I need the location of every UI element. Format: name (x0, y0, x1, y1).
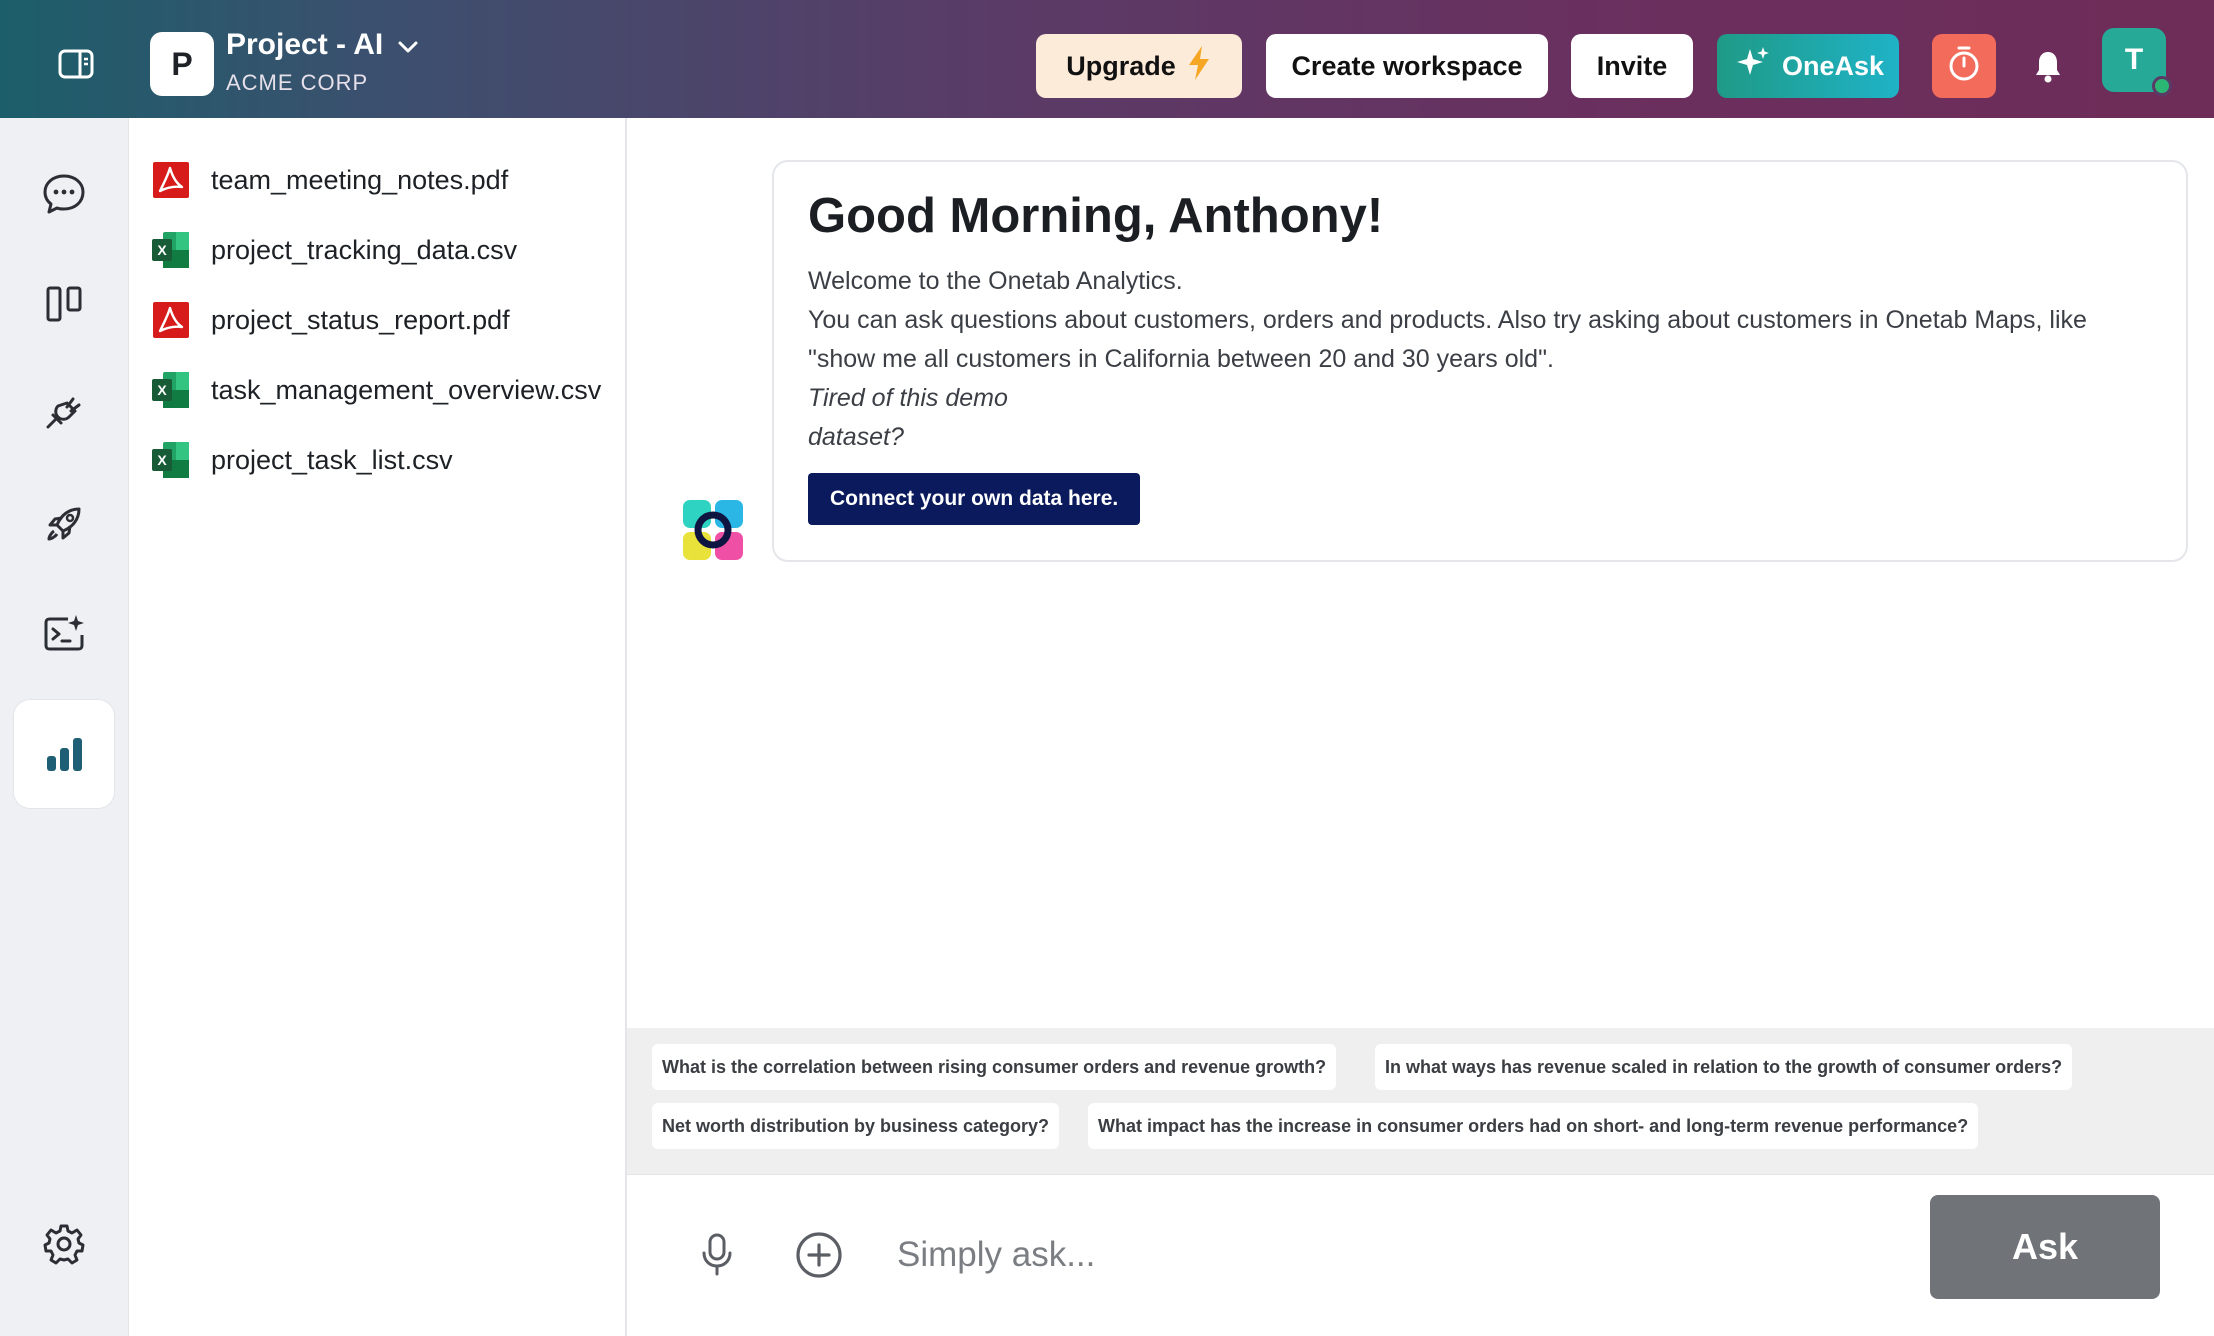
svg-text:X: X (157, 452, 167, 468)
create-workspace-button[interactable]: Create workspace (1266, 34, 1548, 98)
plug-icon[interactable] (14, 360, 114, 468)
pdf-file-icon (151, 300, 191, 340)
upgrade-label: Upgrade (1066, 50, 1176, 81)
lightning-icon (1186, 45, 1212, 88)
chevron-down-icon (397, 28, 419, 62)
rocket-icon[interactable] (14, 470, 114, 578)
oneask-label: OneAsk (1781, 50, 1885, 81)
sparkle-icon (1732, 43, 1772, 90)
left-nav-rail (0, 118, 128, 1336)
columns-icon[interactable] (14, 250, 114, 358)
stopwatch-icon (1946, 44, 1982, 89)
ask-input[interactable] (897, 1223, 1897, 1287)
invite-button[interactable]: Invite (1571, 34, 1693, 98)
chat-bubble-icon[interactable] (14, 140, 114, 248)
microphone-icon[interactable] (689, 1227, 745, 1283)
ask-input-bar: Ask (627, 1174, 2214, 1336)
file-item[interactable]: X project_tracking_data.csv (151, 225, 517, 275)
welcome-line: You can ask questions about customers, o… (808, 306, 2087, 373)
timer-button[interactable] (1932, 34, 1996, 98)
user-avatar[interactable]: T (2102, 28, 2172, 96)
file-item[interactable]: team_meeting_notes.pdf (151, 155, 508, 205)
svg-text:X: X (157, 382, 167, 398)
terminal-sparkle-icon[interactable] (14, 580, 114, 688)
top-header: P Project - AI ACME CORP Upgrade Create … (0, 0, 2214, 118)
settings-gear-icon[interactable] (14, 1190, 114, 1298)
suggestion-chip[interactable]: In what ways has revenue scaled in relat… (1375, 1044, 2073, 1090)
welcome-text: Welcome to the Onetab Analytics. You can… (808, 262, 2152, 457)
welcome-line: Welcome to the Onetab Analytics. (808, 267, 1183, 295)
upgrade-button[interactable]: Upgrade (1036, 34, 1242, 98)
file-name: project_status_report.pdf (211, 304, 510, 335)
file-name: project_tracking_data.csv (211, 234, 518, 265)
file-item[interactable]: project_status_report.pdf (151, 295, 510, 345)
suggestions-area: What is the correlation between rising c… (627, 1028, 2214, 1174)
svg-text:X: X (157, 242, 167, 258)
suggestion-chip[interactable]: Net worth distribution by business categ… (652, 1103, 1060, 1149)
suggestion-chip[interactable]: What impact has the increase in consumer… (1088, 1103, 1979, 1149)
org-name: ACME CORP (226, 70, 369, 95)
user-initial: T (2124, 43, 2144, 76)
onetab-bot-logo-icon (681, 498, 745, 562)
chat-main: Good Morning, Anthony! Welcome to the On… (627, 118, 2214, 1336)
file-panel: team_meeting_notes.pdf X project_trackin… (128, 118, 627, 1336)
project-avatar[interactable]: P (150, 32, 214, 96)
file-name: task_management_overview.csv (211, 374, 602, 405)
project-switcher[interactable]: Project - AI (226, 28, 419, 62)
tired-text-line: dataset? (808, 423, 904, 451)
greeting-title: Good Morning, Anthony! (808, 189, 1384, 243)
ask-button[interactable]: Ask (1930, 1195, 2160, 1299)
welcome-card: Good Morning, Anthony! Welcome to the On… (772, 160, 2188, 562)
suggestion-chip[interactable]: What is the correlation between rising c… (652, 1044, 1337, 1090)
excel-file-icon: X (151, 370, 191, 410)
bar-chart-icon[interactable] (14, 700, 114, 808)
sidebar-toggle-icon[interactable] (48, 38, 104, 90)
notification-bell-icon[interactable] (2026, 44, 2070, 88)
pdf-file-icon (151, 160, 191, 200)
file-item[interactable]: X task_management_overview.csv (151, 365, 601, 415)
connect-data-button[interactable]: Connect your own data here. (808, 473, 1141, 525)
file-name: team_meeting_notes.pdf (211, 164, 509, 195)
excel-file-icon: X (151, 230, 191, 270)
online-status-dot (2152, 76, 2172, 96)
file-item[interactable]: X project_task_list.csv (151, 435, 453, 485)
project-name: Project - AI (226, 28, 384, 61)
file-name: project_task_list.csv (211, 444, 453, 475)
oneask-button[interactable]: OneAsk (1717, 34, 1899, 98)
add-attachment-icon[interactable] (791, 1227, 847, 1283)
excel-file-icon: X (151, 440, 191, 480)
tired-text-line: Tired of this demo (808, 384, 1008, 412)
